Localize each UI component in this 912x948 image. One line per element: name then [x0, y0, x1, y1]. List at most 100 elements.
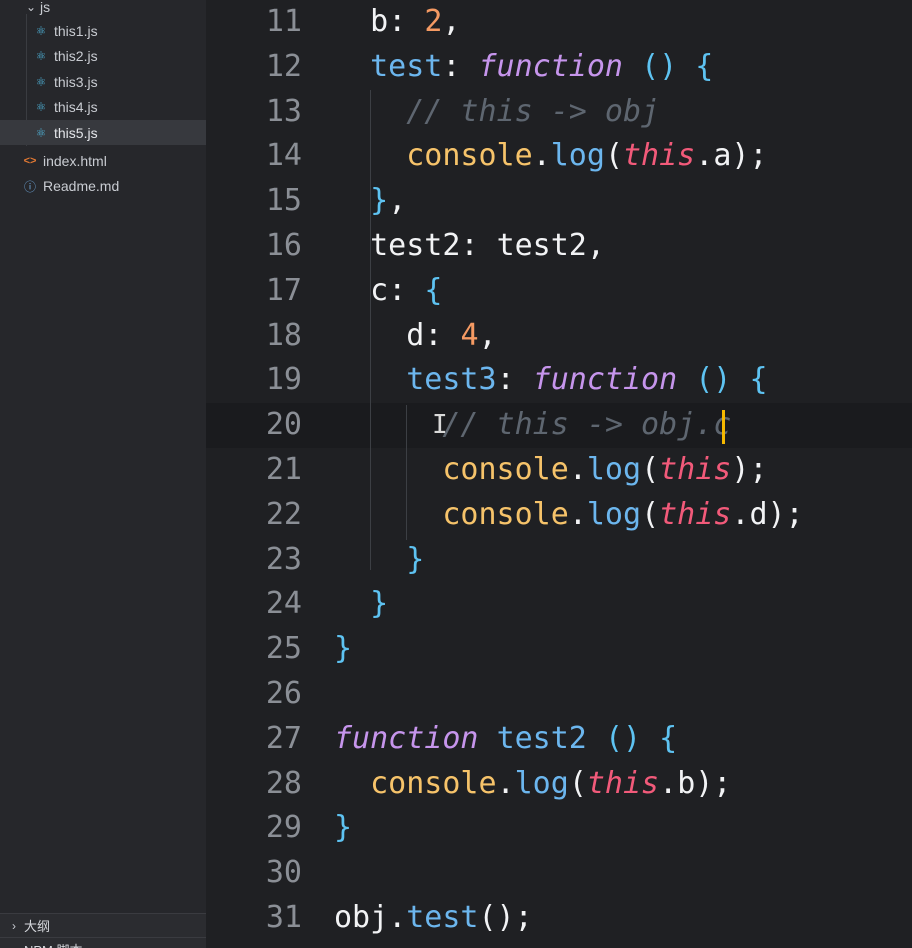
line-number: 20 [265, 407, 302, 443]
react-icon: ⚛ [35, 125, 47, 140]
line-number: 31 [265, 900, 302, 935]
file-item[interactable]: ⚛ this3.js [0, 69, 206, 94]
code-line[interactable]: 27 function test2 () { [206, 717, 912, 762]
file-item[interactable]: ⚛ this4.js [0, 95, 206, 120]
file-label: this5.js [54, 124, 98, 141]
code-line[interactable]: 25} [206, 627, 912, 672]
code-line[interactable]: 22 console.log(this.d); [206, 493, 912, 538]
code-token: ); [731, 138, 768, 174]
code-text: } [334, 538, 424, 583]
code-line[interactable]: 12 test: function () { [206, 45, 912, 90]
code-line[interactable]: 24 } [206, 582, 912, 627]
code-text: b: 2, [334, 0, 460, 45]
code-text: test: function () { [334, 45, 713, 90]
code-line[interactable]: 31 obj.test(); [206, 896, 912, 941]
line-number: 24 [265, 586, 302, 622]
code-token: : [388, 272, 425, 308]
file-item[interactable]: ⚛ this1.js [0, 18, 206, 43]
explorer-sidebar: ⌄ js ⚛ this1.js ⚛ this2.js ⚛ this3.js ⚛ this4.j… [0, 0, 206, 948]
code-token: (); [478, 900, 533, 935]
line-number: 12 [265, 48, 302, 84]
code-token: } [334, 183, 389, 219]
code-token: console [334, 765, 497, 801]
code-token: 4 [460, 317, 479, 353]
file-item[interactable]: ⓘ Readme.md [0, 174, 206, 199]
react-icon: ⚛ [35, 23, 47, 38]
panel-header[interactable]: ›NPM 脚本 [0, 937, 206, 948]
line-number: 19 [265, 362, 302, 398]
file-item[interactable]: ⚛ this2.js [0, 44, 206, 69]
code-text: function test2 () { [334, 717, 677, 762]
code-text: d: 4, [334, 314, 496, 359]
code-token: test3 [334, 362, 497, 398]
code-token: log [586, 452, 642, 487]
code-line[interactable]: 20 // this -> obj.c [206, 403, 912, 448]
line-number: 14 [265, 138, 302, 174]
code-token: test2 [496, 228, 587, 263]
code-line[interactable]: 28 console.log(this.b); [206, 762, 912, 807]
info-icon: ⓘ [23, 179, 36, 194]
code-text: // this -> obj.c [334, 403, 731, 448]
file-label: this3.js [54, 73, 98, 90]
file-label: this2.js [54, 48, 98, 65]
code-line[interactable]: 19 test3: function () { [206, 358, 912, 403]
code-line[interactable]: 11 b: 2, [206, 0, 912, 45]
indent-guide [370, 90, 371, 570]
react-icon: ⚛ [35, 49, 47, 64]
html-icon: <> [23, 154, 37, 167]
code-line[interactable]: 15 }, [206, 179, 912, 224]
code-token: () [641, 48, 678, 84]
file-item[interactable]: <> index.html [0, 148, 206, 173]
code-line[interactable]: 17 c: { [206, 269, 912, 314]
panel-header[interactable]: › 大纲 [0, 913, 206, 937]
file-item[interactable]: ⚛ this5.js [0, 120, 206, 146]
code-text: // this -> obj [334, 90, 659, 135]
code-text: test2: test2, [334, 224, 605, 269]
line-number: 30 [265, 855, 302, 891]
code-line[interactable]: 14 console.log(this.a); [206, 134, 912, 179]
code-line[interactable]: 13 // this -> obj [206, 90, 912, 135]
code-editor[interactable]: 11 b: 2, 12 test: function () {13 // this… [206, 0, 912, 948]
code-token: } [334, 541, 425, 577]
line-number: 26 [265, 676, 302, 711]
file-label: this1.js [54, 22, 98, 39]
code-text: c: { [334, 269, 442, 314]
code-token: // this -> obj [334, 93, 660, 129]
code-token: { [659, 720, 678, 756]
code-token: } [334, 631, 353, 667]
code-line[interactable]: 21 console.log(this); [206, 448, 912, 493]
code-token: . [532, 138, 551, 174]
code-line[interactable]: 29} [206, 806, 912, 851]
code-token: d [749, 496, 768, 532]
code-line[interactable]: 18 d: 4, [206, 314, 912, 359]
file-label: Readme.md [43, 178, 120, 195]
code-line[interactable]: 16 test2: test2, [206, 224, 912, 269]
code-token: function [334, 720, 479, 756]
code-line[interactable]: 30 [206, 851, 912, 896]
code-token: { [749, 362, 768, 398]
code-token: . [731, 496, 750, 532]
code-text: console.log(this.b); [334, 762, 731, 807]
caret [722, 410, 725, 444]
code-text: test3: function () { [334, 358, 768, 403]
code-token: this [659, 496, 732, 532]
code-line[interactable]: 23 } [206, 538, 912, 583]
code-text: console.log(this.a); [334, 134, 768, 179]
line-number: 28 [265, 765, 302, 801]
code-token: : [442, 48, 479, 84]
code-token: : [424, 317, 461, 353]
chevron-right-icon: › [12, 943, 24, 948]
code-line[interactable]: 26 [206, 672, 912, 717]
code-token: , [586, 228, 605, 263]
chevron-down-icon: ⌄ [26, 0, 37, 14]
code-token: test2 [334, 228, 461, 263]
folder-js[interactable]: ⌄ js [0, 0, 206, 19]
file-label: this4.js [54, 99, 98, 116]
chevron-right-icon: › [12, 918, 16, 933]
code-token: { [695, 48, 714, 84]
folder-label: js [40, 0, 51, 15]
